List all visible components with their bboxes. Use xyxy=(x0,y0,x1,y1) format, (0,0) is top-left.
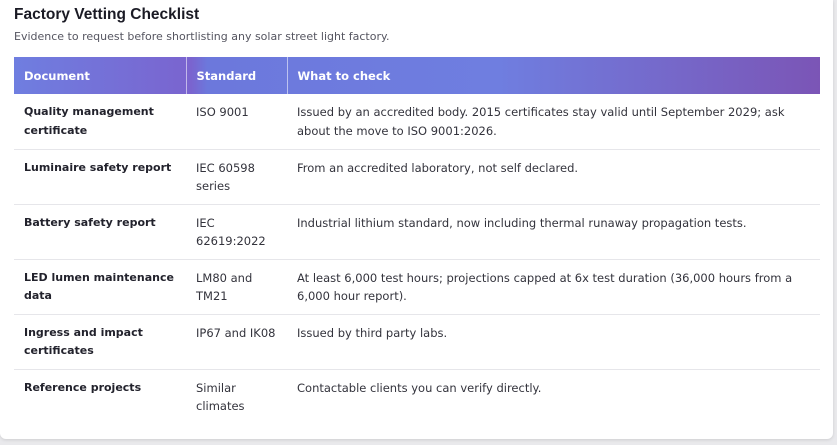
table-row: Quality management certificate ISO 9001 … xyxy=(14,94,820,150)
cell-document: Quality management certificate xyxy=(14,94,186,150)
cell-document: Ingress and impact certificates xyxy=(14,314,186,370)
column-header-what-to-check: What to check xyxy=(286,57,820,94)
cell-what-to-check: Issued by third party labs. xyxy=(287,314,820,370)
table-row: Reference projects Similar climates Cont… xyxy=(14,369,820,424)
cell-standard: LM80 and TM21 xyxy=(186,259,287,315)
checklist-table: Document Standard What to check Quality … xyxy=(14,57,820,424)
table-row: Ingress and impact certificates IP67 and… xyxy=(14,314,820,370)
cell-document: Battery safety report xyxy=(14,204,186,260)
checklist-card: Factory Vetting Checklist Evidence to re… xyxy=(0,0,833,439)
cell-what-to-check: At least 6,000 test hours; projections c… xyxy=(287,259,820,315)
cell-document: LED lumen maintenance data xyxy=(14,259,186,315)
cell-what-to-check: From an accredited laboratory, not self … xyxy=(287,149,820,205)
table-row: LED lumen maintenance data LM80 and TM21… xyxy=(14,259,820,315)
page-title: Factory Vetting Checklist xyxy=(14,6,200,23)
page-subtitle: Evidence to request before shortlisting … xyxy=(14,30,390,43)
table-row: Luminaire safety report IEC 60598 series… xyxy=(14,149,820,205)
cell-what-to-check: Industrial lithium standard, now includi… xyxy=(287,204,820,260)
cell-standard: ISO 9001 xyxy=(186,94,287,150)
table-header-row: Document Standard What to check xyxy=(14,57,820,94)
cell-document: Reference projects xyxy=(24,380,142,394)
cell-what-to-check: Contactable clients you can verify direc… xyxy=(297,380,542,395)
cell-standard: IP67 and IK08 xyxy=(186,314,287,370)
cell-standard: IEC 62619:2022 xyxy=(186,204,287,260)
column-header-standard: Standard xyxy=(185,57,287,94)
cell-standard: IEC 60598 series xyxy=(186,149,287,205)
column-header-document: Document xyxy=(24,68,90,83)
cell-document: Luminaire safety report xyxy=(14,149,186,205)
cell-standard: Similar climates xyxy=(196,380,245,414)
cell-what-to-check: Issued by an accredited body. 2015 certi… xyxy=(287,94,820,150)
table-row: Battery safety report IEC 62619:2022 Ind… xyxy=(14,204,820,260)
